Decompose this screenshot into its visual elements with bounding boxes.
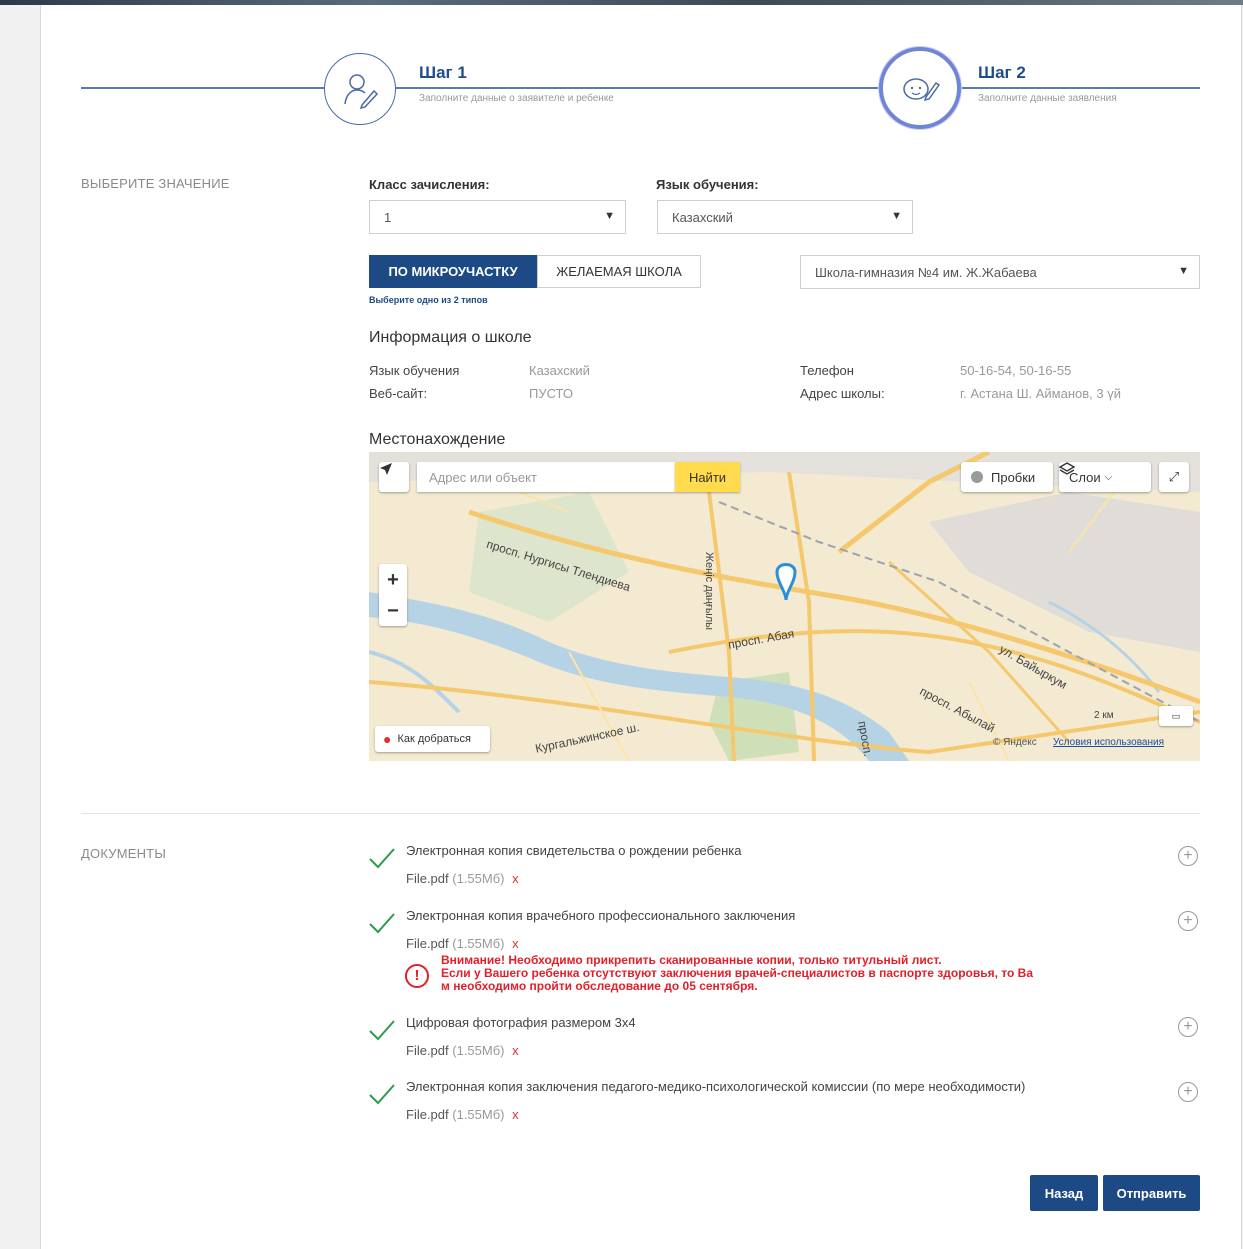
street-label: Жеңіс даңғылы (703, 552, 715, 631)
document-file: File.pdf (1.55Мб) x (406, 1043, 519, 1058)
step1-title: Шаг 1 (419, 63, 467, 82)
location-title: Местонахождение (369, 431, 506, 448)
toggle-microdistrict[interactable]: ПО МИКРОУЧАСТКУ (369, 255, 537, 288)
select-value-section-label: ВЫБЕРИТЕ ЗНАЧЕНИЕ (81, 176, 230, 191)
info-address-key: Адрес школы: (800, 386, 885, 401)
application-form-page: Шаг 1 Заполните данные о заявителе и реб… (40, 5, 1242, 1249)
geolocation-button[interactable] (379, 462, 409, 492)
remove-file-icon[interactable]: x (512, 1107, 519, 1122)
document-file: File.pdf (1.55Мб) x (406, 936, 519, 951)
info-language-value: Казахский (529, 363, 590, 378)
map-copyright: © Яндекс (993, 737, 1037, 748)
traffic-light-icon (971, 471, 983, 483)
info-phone-key: Телефон (800, 363, 854, 378)
file-size: (1.55Мб) (452, 871, 505, 886)
file-name[interactable]: File.pdf (406, 871, 449, 886)
class-select-value: 1 (384, 209, 392, 225)
document-title: Электронная копия заключения педагого-ме… (406, 1079, 1026, 1094)
toggle-hint: Выберите одно из 2 типов (369, 295, 488, 305)
zoom-control: + − (379, 564, 407, 626)
warning-line: м необходимо пройти обследование до 05 с… (441, 979, 758, 993)
file-size: (1.55Мб) (452, 1107, 505, 1122)
file-size: (1.55Мб) (452, 936, 505, 951)
dropdown-arrow-icon: ▼ (891, 210, 902, 222)
dropdown-arrow-icon: ▼ (1178, 265, 1189, 277)
step-progress-line (395, 87, 881, 89)
traffic-label: Пробки (991, 469, 1036, 485)
toggle-desired-school[interactable]: ЖЕЛАЕМАЯ ШКОЛА (537, 255, 701, 288)
location-arrow-icon (380, 463, 392, 475)
add-file-icon[interactable]: + (1178, 846, 1198, 866)
remove-file-icon[interactable]: x (512, 936, 519, 951)
back-button[interactable]: Назад (1030, 1175, 1098, 1211)
document-title: Электронная копия врачебного профессиона… (406, 908, 796, 923)
chevron-down-icon: ⌵ (1104, 471, 1113, 483)
document-title: Электронная копия свидетельства о рожден… (406, 843, 742, 858)
info-website-key: Веб-сайт: (369, 386, 428, 401)
check-icon (369, 1084, 395, 1105)
step2-subtitle: Заполните данные заявления (978, 93, 1117, 104)
user-edit-icon (344, 74, 379, 109)
section-divider (81, 813, 1200, 814)
map-terms-link[interactable]: Условия использования (1053, 737, 1164, 748)
info-language-key: Язык обучения (369, 363, 460, 378)
school-select-value: Школа-гимназия №4 им. Ж.Жабаева (815, 264, 1037, 280)
check-icon (369, 848, 395, 869)
school-info-title: Информация о школе (369, 329, 532, 346)
language-select-value: Казахский (672, 209, 733, 225)
step2-circle[interactable] (879, 47, 961, 129)
documents-section-label: ДОКУМЕНТЫ (81, 846, 167, 861)
file-size: (1.55Мб) (452, 1043, 505, 1058)
check-icon (369, 913, 395, 934)
document-title: Цифровая фотография размером 3х4 (406, 1015, 636, 1030)
ruler-icon: ▭ (1171, 710, 1181, 721)
document-file: File.pdf (1.55Мб) x (406, 1107, 519, 1122)
warning-icon: ! (405, 964, 429, 988)
check-icon (369, 1020, 395, 1041)
expand-icon: ⤢ (1168, 469, 1180, 484)
language-select[interactable]: Казахский ▼ (657, 200, 913, 234)
yandex-map[interactable]: Адрес или объект Найти Пробки Слои ⌵ ⤢ +… (369, 452, 1200, 761)
add-file-icon[interactable]: + (1178, 1017, 1198, 1037)
ruler-button[interactable]: ▭ (1159, 706, 1193, 726)
info-website-value: ПУСТО (529, 386, 574, 401)
file-name[interactable]: File.pdf (406, 1043, 449, 1058)
map-search-input[interactable]: Адрес или объект (417, 462, 675, 492)
remove-file-icon[interactable]: x (512, 1043, 519, 1058)
add-file-icon[interactable]: + (1178, 911, 1198, 931)
step2-title: Шаг 2 (978, 63, 1026, 82)
route-label: Как добраться (397, 733, 471, 745)
zoom-in-icon[interactable]: + (387, 569, 399, 591)
map-canvas (369, 452, 1200, 761)
layers-icon (1059, 462, 1075, 475)
layers-button[interactable]: Слои ⌵ (1059, 462, 1151, 492)
traffic-button[interactable]: Пробки (961, 462, 1053, 492)
document-file: File.pdf (1.55Мб) x (406, 871, 519, 886)
step-progress-line (959, 87, 1200, 89)
remove-file-icon[interactable]: x (512, 871, 519, 886)
step1-circle[interactable] (324, 53, 396, 125)
map-scale: 2 км (1094, 710, 1114, 721)
child-edit-icon (903, 78, 941, 102)
language-label: Язык обучения: (656, 177, 759, 192)
file-name[interactable]: File.pdf (406, 1107, 449, 1122)
zoom-out-icon[interactable]: − (387, 600, 399, 622)
info-address-value: г. Астана Ш. Айманов, 3 үй (960, 386, 1121, 401)
map-find-button[interactable]: Найти (675, 462, 740, 492)
submit-button[interactable]: Отправить (1103, 1175, 1200, 1211)
school-select[interactable]: Школа-гимназия №4 им. Ж.Жабаева ▼ (800, 255, 1200, 289)
dropdown-arrow-icon: ▼ (604, 210, 615, 222)
class-label: Класс зачисления: (369, 177, 490, 192)
step-progress-line (81, 87, 325, 89)
class-select[interactable]: 1 ▼ (369, 200, 626, 234)
info-phone-value: 50-16-54, 50-16-55 (960, 363, 1072, 378)
map-pin-icon: ● (383, 731, 392, 747)
add-file-icon[interactable]: + (1178, 1082, 1198, 1102)
fullscreen-button[interactable]: ⤢ (1159, 462, 1189, 492)
step1-subtitle: Заполните данные о заявителе и ребенке (419, 93, 614, 104)
route-button[interactable]: ● Как добраться (375, 726, 490, 752)
file-name[interactable]: File.pdf (406, 936, 449, 951)
